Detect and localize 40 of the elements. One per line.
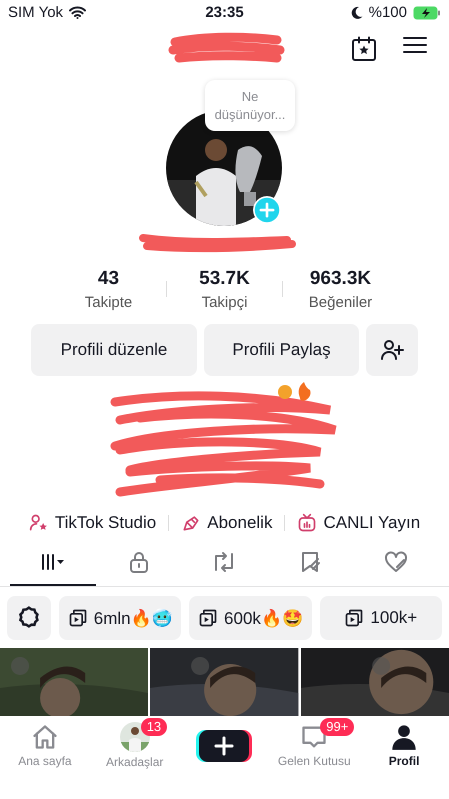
- profile-link[interactable]: CANLI Yayın: [297, 513, 420, 533]
- nav-tab[interactable]: Arkadaşlar 13: [90, 716, 180, 775]
- moon-icon: [350, 6, 363, 19]
- stat-label: Takipte: [84, 294, 132, 310]
- stat-value: 53.7K: [199, 268, 250, 290]
- battery-percent: %100: [368, 4, 407, 21]
- stat-value: 963.3K: [310, 268, 372, 290]
- settings-button[interactable]: [7, 596, 51, 640]
- create-button[interactable]: [199, 730, 250, 762]
- notification-badge: 13: [140, 718, 168, 736]
- share-profile-button[interactable]: Profili Paylaş: [204, 324, 359, 376]
- playlist-icon: [68, 608, 88, 628]
- playlist-icon: [344, 608, 364, 628]
- playlist-button[interactable]: 6mln🔥🥶: [59, 596, 182, 640]
- clock-time: 23:35: [205, 4, 244, 21]
- profile-icon: [390, 723, 418, 751]
- profile-link[interactable]: TikTok Studio: [28, 513, 156, 533]
- playlist-button[interactable]: 100k+: [320, 596, 442, 640]
- home-icon: [30, 723, 59, 751]
- playlist-icon: [198, 608, 218, 628]
- stat-label: Beğeniler: [308, 294, 372, 310]
- carrier-label: SIM Yok: [8, 4, 64, 21]
- studio-icon: [28, 513, 49, 533]
- live-icon: [297, 513, 318, 533]
- plus-icon: [214, 736, 234, 756]
- menu-icon[interactable]: [403, 36, 427, 54]
- wifi-icon: [69, 6, 86, 19]
- stat-value: 43: [98, 268, 120, 290]
- heart-icon: [384, 550, 408, 574]
- nav-tab[interactable]: Gelen Kutusu 99+: [269, 716, 360, 775]
- battery-charging-icon: [413, 6, 441, 20]
- add-friend-button[interactable]: [366, 324, 418, 376]
- profile-link[interactable]: Abonelik: [181, 513, 272, 533]
- add-icon[interactable]: [253, 196, 281, 224]
- settings-icon: [17, 606, 41, 630]
- notification-badge: 99+: [320, 718, 354, 736]
- edit-profile-button[interactable]: Profili düzenle: [31, 324, 197, 376]
- stat-label: Takipçi: [202, 294, 248, 310]
- add-friend-icon: [380, 338, 404, 362]
- nav-tab[interactable]: Profil: [359, 716, 449, 775]
